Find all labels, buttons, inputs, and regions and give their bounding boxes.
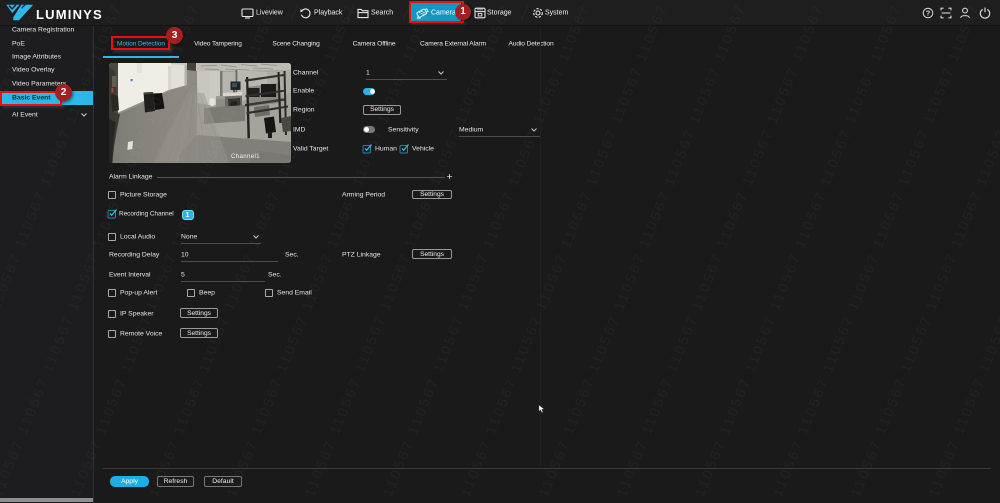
svg-text:Channel1: Channel1 [231,153,260,160]
svg-text:110567 110567 110567 110: 110567 110567 110567 110567 110567 11056… [354,0,618,503]
svg-text:110567 110567 110567 110: 110567 110567 110567 110567 110567 11056… [432,0,696,503]
svg-text:110567 110567 110567 110: 110567 110567 110567 110567 110567 11056… [510,0,774,503]
svg-text:?: ? [926,9,931,18]
svg-text:110567 110567 110567 110: 110567 110567 110567 110567 110567 11056… [666,0,930,503]
svg-text:110567 110567 110567 110: 110567 110567 110567 110567 110567 11056… [978,0,1000,503]
svg-text:110567 110567 110567 110: 110567 110567 110567 110567 110567 11056… [744,0,1000,503]
svg-text:110567 110567 110567 110: 110567 110567 110567 110567 110567 11056… [900,0,1000,503]
svg-text:110567 110567 110567 110: 110567 110567 110567 110567 110567 11056… [822,0,1000,503]
svg-text:110567 110567 110567 110: 110567 110567 110567 110567 110567 11056… [588,0,852,503]
